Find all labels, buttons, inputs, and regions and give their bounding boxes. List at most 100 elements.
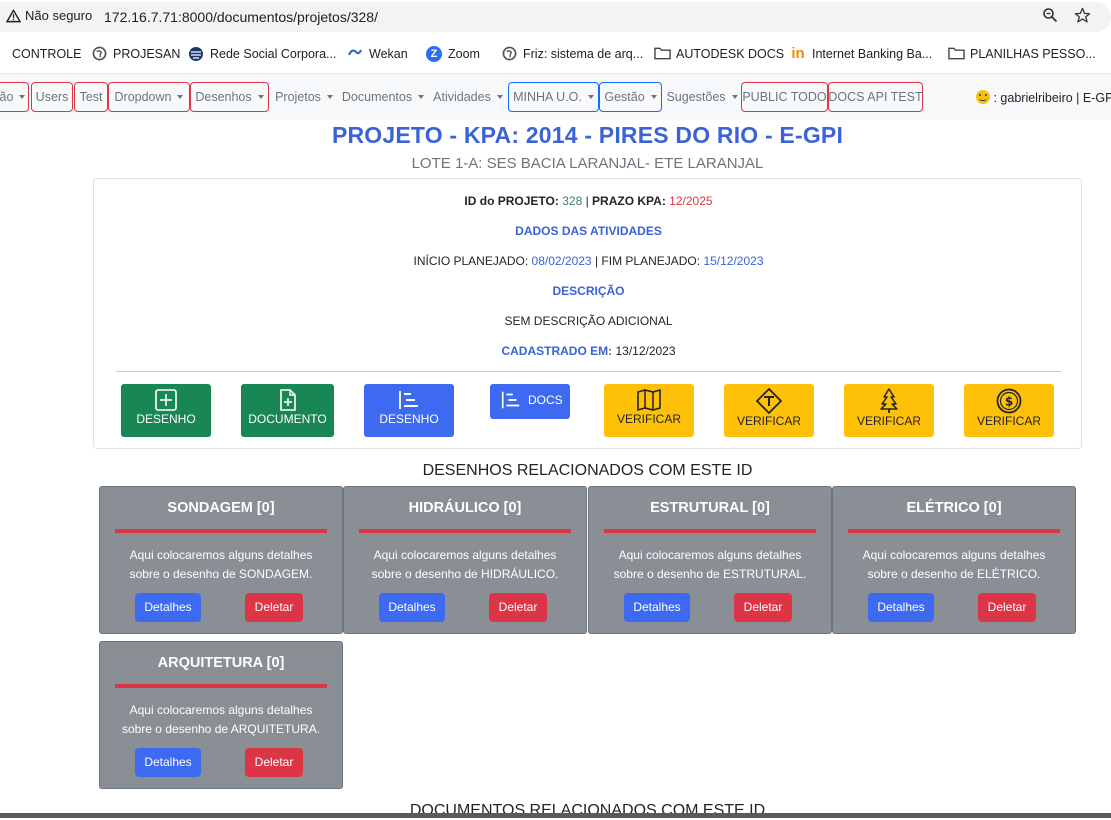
- user-menu[interactable]: : gabrielribeiro | E-GPI: [976, 90, 1111, 105]
- nav-item-gestao[interactable]: Gestão: [599, 82, 662, 112]
- inicio-value: 08/02/2023: [531, 254, 592, 268]
- list-docs-button[interactable]: DOCS: [490, 384, 570, 419]
- bookmark-zoom[interactable]: Z Zoom: [426, 46, 480, 62]
- card-title: ELÉTRICO [0]: [906, 500, 1002, 516]
- nav-item-users[interactable]: Users: [31, 82, 73, 112]
- bank-icon: in: [791, 45, 805, 62]
- plus-square-icon: [155, 389, 177, 411]
- drawing-card-eletrico: ELÉTRICO [0] Aqui colocaremos alguns det…: [832, 486, 1076, 634]
- project-info-card: ID do PROJETO: 328 | PRAZO KPA: 12/2025 …: [93, 178, 1082, 449]
- url-text[interactable]: 172.16.7.71:8000/documentos/projetos/328…: [104, 9, 378, 25]
- bookmark-internet-banking[interactable]: in Internet Banking Ba...: [790, 46, 932, 62]
- card-title: ESTRUTURAL [0]: [650, 500, 770, 516]
- details-button[interactable]: Detalhes: [135, 593, 201, 622]
- page-subtitle: LOTE 1-A: SES BACIA LARANJAL- ETE LARANJ…: [411, 155, 764, 172]
- nav-item-docs-api-test[interactable]: DOCS API TEST: [828, 82, 923, 112]
- prazo-value: 12/2025: [669, 194, 713, 208]
- bookmark-friz[interactable]: Friz: sistema de arq...: [501, 46, 643, 62]
- verificar-sign-button[interactable]: VERIFICAR: [724, 384, 814, 437]
- bookmark-wekan[interactable]: Wekan: [347, 46, 408, 62]
- caret-down-icon: [418, 95, 425, 99]
- sign-icon: [756, 388, 782, 414]
- cadastrado-line: CADASTRADO EM: 13/12/2023: [501, 344, 676, 358]
- user-label: : gabrielribeiro | E-GPI: [993, 91, 1111, 105]
- details-button[interactable]: Detalhes: [624, 593, 690, 622]
- add-documento-button[interactable]: DOCUMENTO: [241, 384, 334, 437]
- coin-icon: $: [996, 388, 1022, 414]
- details-button[interactable]: Detalhes: [868, 593, 934, 622]
- delete-button[interactable]: Deletar: [245, 748, 303, 777]
- nav-item-test[interactable]: Test: [74, 82, 108, 112]
- card-text: Aqui colocaremos alguns detalhes sobre o …: [862, 548, 1046, 581]
- browser-address-bar: Não seguro 172.16.7.71:8000/documentos/p…: [0, 0, 1111, 34]
- caret-down-icon: [326, 95, 333, 99]
- zoom-magnifier-icon[interactable]: [1041, 7, 1059, 25]
- caret-down-icon: [177, 95, 184, 99]
- card-divider: [848, 529, 1060, 533]
- details-button[interactable]: Detalhes: [379, 593, 445, 622]
- caret-down-icon: [731, 95, 738, 99]
- nav-item-atividades[interactable]: Atividades: [431, 82, 505, 112]
- smiley-icon: [976, 90, 990, 104]
- delete-button[interactable]: Deletar: [978, 593, 1036, 622]
- card-divider: [359, 529, 571, 533]
- list-nested-icon: [399, 391, 418, 409]
- nav-item-sugestoes[interactable]: Sugestões: [665, 82, 739, 112]
- caret-down-icon: [496, 95, 503, 99]
- bookmark-rede-social[interactable]: Rede Social Corpora...: [188, 46, 336, 62]
- bookmark-icon: [0, 46, 6, 62]
- delete-button[interactable]: Deletar: [245, 593, 303, 622]
- drawing-card-sondagem: SONDAGEM [0] Aqui colocaremos alguns det…: [99, 486, 343, 634]
- cadastrado-value: 13/12/2023: [615, 344, 676, 358]
- bookmarks-bar: CONTROLE PROJESAN Rede Social Corpora...…: [0, 35, 1111, 74]
- card-text: Aqui colocaremos alguns detalhes sobre o …: [371, 548, 559, 581]
- details-button[interactable]: Detalhes: [135, 748, 201, 777]
- bookmark-controle[interactable]: CONTROLE: [0, 46, 81, 62]
- add-desenho-button[interactable]: DESENHO: [121, 384, 211, 437]
- caret-down-icon: [587, 95, 594, 99]
- nav-item-truncated[interactable]: ão: [0, 82, 29, 112]
- drawing-card-hidraulico: HIDRÁULICO [0] Aqui colocaremos alguns d…: [343, 486, 587, 634]
- star-bookmark-icon[interactable]: [1073, 7, 1091, 25]
- list-nested-icon: [501, 391, 520, 409]
- card-divider: [604, 529, 816, 533]
- bookmark-autodesk-docs[interactable]: AUTODESK DOCS: [654, 46, 784, 62]
- id-prazo-line: ID do PROJETO: 328 | PRAZO KPA: 12/2025: [464, 194, 713, 208]
- descricao-heading: DESCRIÇÃO: [552, 284, 625, 298]
- folder-icon: [654, 46, 671, 62]
- file-plus-icon: [279, 389, 296, 411]
- project-id-value: 328: [562, 194, 583, 208]
- nav-item-desenhos[interactable]: Desenhos: [190, 82, 269, 112]
- card-text: Aqui colocaremos alguns detalhes sobre o …: [129, 548, 313, 581]
- delete-button[interactable]: Deletar: [734, 593, 792, 622]
- page-title: PROJETO - KPA: 2014 - PIRES DO RIO - E-G…: [331, 122, 844, 148]
- verificar-coin-button[interactable]: $ VERIFICAR: [964, 384, 1054, 437]
- caret-down-icon: [19, 95, 26, 99]
- nav-item-public-todo[interactable]: PUBLIC TODO: [741, 82, 828, 112]
- map-icon: [637, 388, 661, 412]
- nav-item-dropdown[interactable]: Dropdown: [108, 82, 190, 112]
- bookmark-planilhas[interactable]: PLANILHAS PESSO...: [948, 46, 1096, 62]
- app-navbar: ão Users Test Dropdown Desenhos Projetos…: [0, 74, 1111, 120]
- security-indicator[interactable]: Não seguro: [6, 8, 92, 23]
- verificar-tree-button[interactable]: VERIFICAR: [844, 384, 934, 437]
- descricao-value: SEM DESCRIÇÃO ADICIONAL: [504, 314, 673, 328]
- nav-item-projetos[interactable]: Projetos: [272, 82, 336, 112]
- nav-item-documentos[interactable]: Documentos: [340, 82, 426, 112]
- delete-button[interactable]: Deletar: [489, 593, 547, 622]
- folder-icon: [948, 46, 965, 62]
- network-icon: [188, 46, 204, 62]
- nav-item-minha-uo[interactable]: MINHA U.O.: [508, 82, 599, 112]
- globe-icon: [91, 46, 107, 62]
- verificar-map-button[interactable]: VERIFICAR: [604, 384, 694, 437]
- scrollbar-strip[interactable]: [0, 813, 1111, 818]
- card-title: ARQUITETURA [0]: [157, 655, 285, 671]
- dados-heading: DADOS DAS ATIVIDADES: [515, 224, 662, 238]
- card-title: HIDRÁULICO [0]: [408, 500, 522, 516]
- card-text: Aqui colocaremos alguns detalhes sobre o …: [121, 703, 321, 736]
- dates-line: INÍCIO PLANEJADO: 08/02/2023 | FIM PLANE…: [413, 254, 764, 268]
- svg-text:$: $: [1005, 395, 1013, 409]
- drawings-section-heading: DESENHOS RELACIONADOS COM ESTE ID: [422, 462, 753, 479]
- list-desenho-button[interactable]: DESENHO: [364, 384, 454, 437]
- bookmark-projesan[interactable]: PROJESAN: [91, 46, 180, 62]
